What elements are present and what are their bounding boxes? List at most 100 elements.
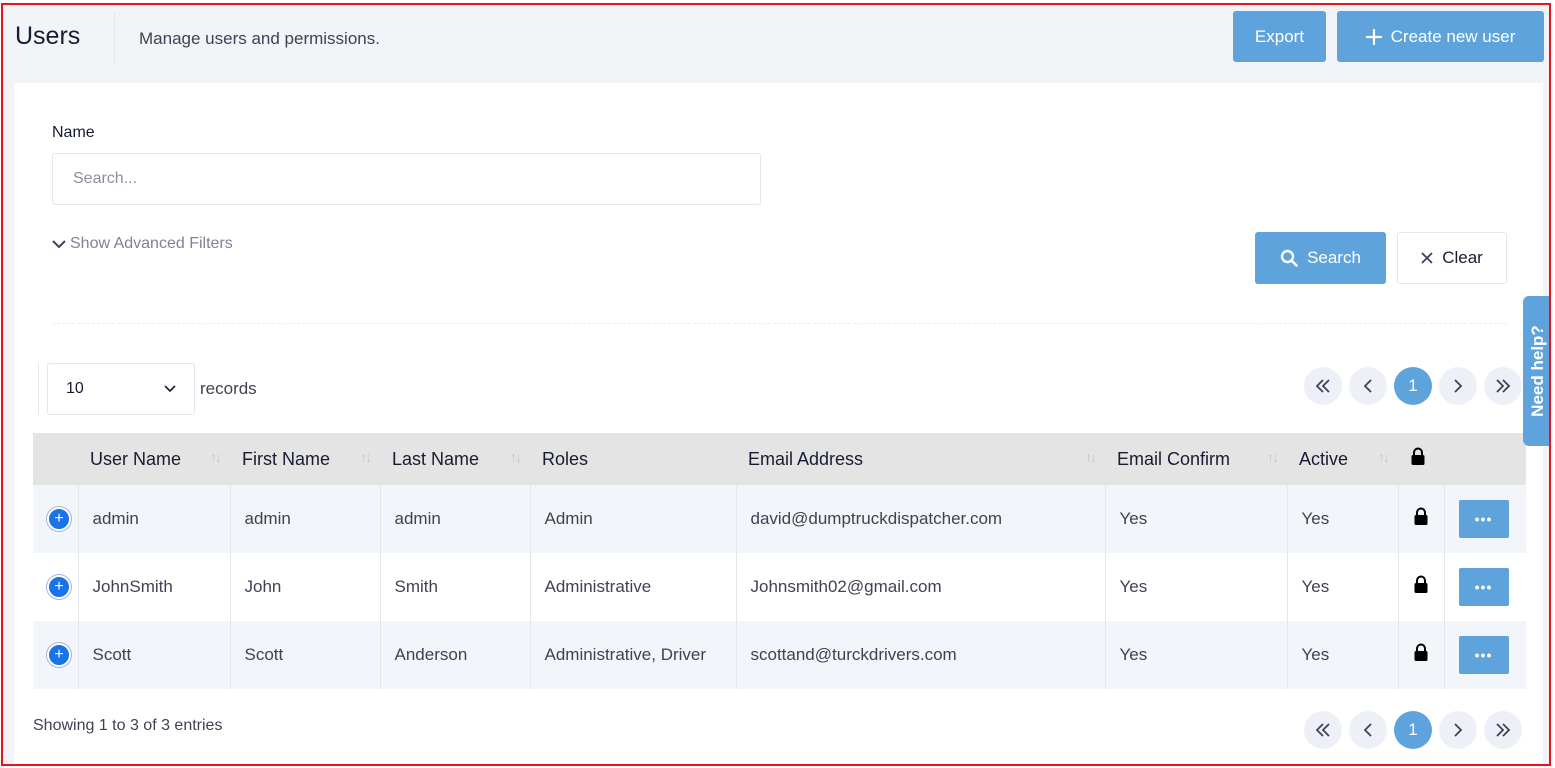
cell-actions: ••• (1444, 621, 1526, 689)
clear-button-label: Clear (1442, 248, 1483, 267)
next-page-button[interactable] (1439, 367, 1477, 405)
close-icon (1421, 252, 1433, 264)
table-info: Showing 1 to 3 of 3 entries (33, 717, 223, 734)
length-divider (38, 363, 39, 415)
lock-icon (1414, 507, 1427, 525)
header-active-label: Active (1299, 448, 1349, 469)
row-actions-button[interactable]: ••• (1458, 636, 1509, 674)
chevron-down-icon (52, 240, 66, 249)
header-first-name[interactable]: First Name ↑↓ (230, 433, 380, 485)
header-user-name-label: User Name (90, 448, 182, 469)
previous-page-button[interactable] (1349, 367, 1387, 405)
title-divider (114, 13, 115, 65)
app-frame: Users Manage users and permissions. Expo… (1, 3, 1551, 766)
cell-active: Yes (1287, 553, 1399, 621)
records-per-page-value: 10 (66, 380, 84, 397)
more-icon: ••• (1474, 647, 1493, 663)
search-icon (1280, 249, 1298, 267)
search-button-label: Search (1307, 248, 1361, 267)
sort-icon: ↑↓ (510, 449, 522, 465)
header-user-name[interactable]: User Name ↑↓ (78, 433, 230, 485)
table-row: + admin admin admin Admin david@dumptruc… (33, 485, 1526, 553)
header-active[interactable]: Active ↑↓ (1287, 433, 1398, 485)
cell-active: Yes (1287, 485, 1399, 553)
expand-cell: + (33, 621, 79, 689)
create-new-user-label: Create new user (1390, 26, 1516, 46)
double-chevron-left-icon (1315, 723, 1330, 737)
table-row: + Scott Scott Anderson Administrative, D… (33, 621, 1526, 689)
cell-email-confirm: Yes (1105, 621, 1288, 689)
cell-last-name: Smith (380, 553, 531, 621)
double-chevron-left-icon (1315, 379, 1330, 393)
expand-row-button[interactable]: + (47, 575, 71, 599)
cell-email: scottand@turckdrivers.com (736, 621, 1106, 689)
cell-user-name: admin (78, 485, 231, 553)
plus-icon (1365, 28, 1382, 45)
cell-last-name: Anderson (380, 621, 531, 689)
cell-first-name: John (230, 553, 381, 621)
page-header: Users Manage users and permissions. Expo… (3, 5, 1549, 83)
chevron-left-icon (1363, 379, 1372, 393)
table-header-row: User Name ↑↓ First Name ↑↓ Last Name ↑↓ Rol… (33, 433, 1526, 485)
previous-page-button[interactable] (1349, 711, 1387, 749)
export-button[interactable]: Export (1233, 11, 1326, 62)
page-1-button[interactable]: 1 (1394, 711, 1432, 749)
expand-row-button[interactable]: + (47, 507, 71, 531)
header-email-address[interactable]: Email Address ↑↓ (736, 433, 1105, 485)
header-last-name-label: Last Name (392, 448, 480, 469)
sort-icon: ↑↓ (360, 449, 372, 465)
name-filter-label: Name (52, 124, 95, 141)
header-actions (1444, 433, 1526, 485)
cell-email-confirm: Yes (1105, 485, 1288, 553)
advanced-filters-label: Show Advanced Filters (70, 235, 233, 252)
chevron-down-icon (164, 385, 176, 393)
lock-icon (1414, 643, 1427, 661)
clear-button[interactable]: Clear (1397, 232, 1507, 284)
row-actions-button[interactable]: ••• (1458, 500, 1509, 538)
cell-lock (1398, 621, 1445, 689)
header-last-name[interactable]: Last Name ↑↓ (380, 433, 530, 485)
sort-icon: ↑↓ (1085, 449, 1097, 465)
cell-first-name: Scott (230, 621, 381, 689)
users-card: Name Show Advanced Filters Search Clear … (14, 83, 1549, 764)
show-advanced-filters-toggle[interactable]: Show Advanced Filters (52, 235, 233, 253)
cell-last-name: admin (380, 485, 531, 553)
page-1-button[interactable]: 1 (1394, 367, 1432, 405)
export-label: Export (1254, 26, 1305, 46)
name-search-input[interactable] (52, 153, 761, 205)
cell-first-name: admin (230, 485, 381, 553)
page-title: Users (15, 22, 81, 50)
expand-cell: + (33, 485, 79, 553)
lock-icon (1414, 575, 1427, 593)
expand-row-button[interactable]: + (47, 643, 71, 667)
row-actions-button[interactable]: ••• (1458, 568, 1509, 606)
cell-lock (1398, 553, 1445, 621)
double-chevron-right-icon (1496, 379, 1511, 393)
chevron-left-icon (1363, 723, 1372, 737)
cell-email: Johnsmith02@gmail.com (736, 553, 1106, 621)
header-email-address-label: Email Address (748, 448, 864, 469)
header-roles-label: Roles (542, 448, 589, 469)
cell-roles: Administrative, Driver (530, 621, 737, 689)
lock-icon (1411, 447, 1425, 465)
header-email-confirm[interactable]: Email Confirm ↑↓ (1105, 433, 1287, 485)
first-page-button[interactable] (1304, 711, 1342, 749)
cell-email: david@dumptruckdispatcher.com (736, 485, 1106, 553)
records-label: records (200, 379, 257, 398)
need-help-tab[interactable]: Need help? (1523, 296, 1549, 446)
header-lock (1398, 433, 1444, 485)
next-page-button[interactable] (1439, 711, 1477, 749)
header-first-name-label: First Name (242, 448, 331, 469)
last-page-button[interactable] (1484, 711, 1522, 749)
first-page-button[interactable] (1304, 367, 1342, 405)
create-new-user-button[interactable]: Create new user (1337, 11, 1544, 62)
header-expand (33, 433, 78, 485)
cell-active: Yes (1287, 621, 1399, 689)
more-icon: ••• (1474, 579, 1493, 595)
pagination-bottom: 1 (1304, 711, 1522, 749)
records-per-page-select[interactable]: 10 (47, 363, 195, 415)
chevron-right-icon (1454, 379, 1463, 393)
search-button[interactable]: Search (1255, 232, 1386, 284)
cell-roles: Administrative (530, 553, 737, 621)
last-page-button[interactable] (1484, 367, 1522, 405)
